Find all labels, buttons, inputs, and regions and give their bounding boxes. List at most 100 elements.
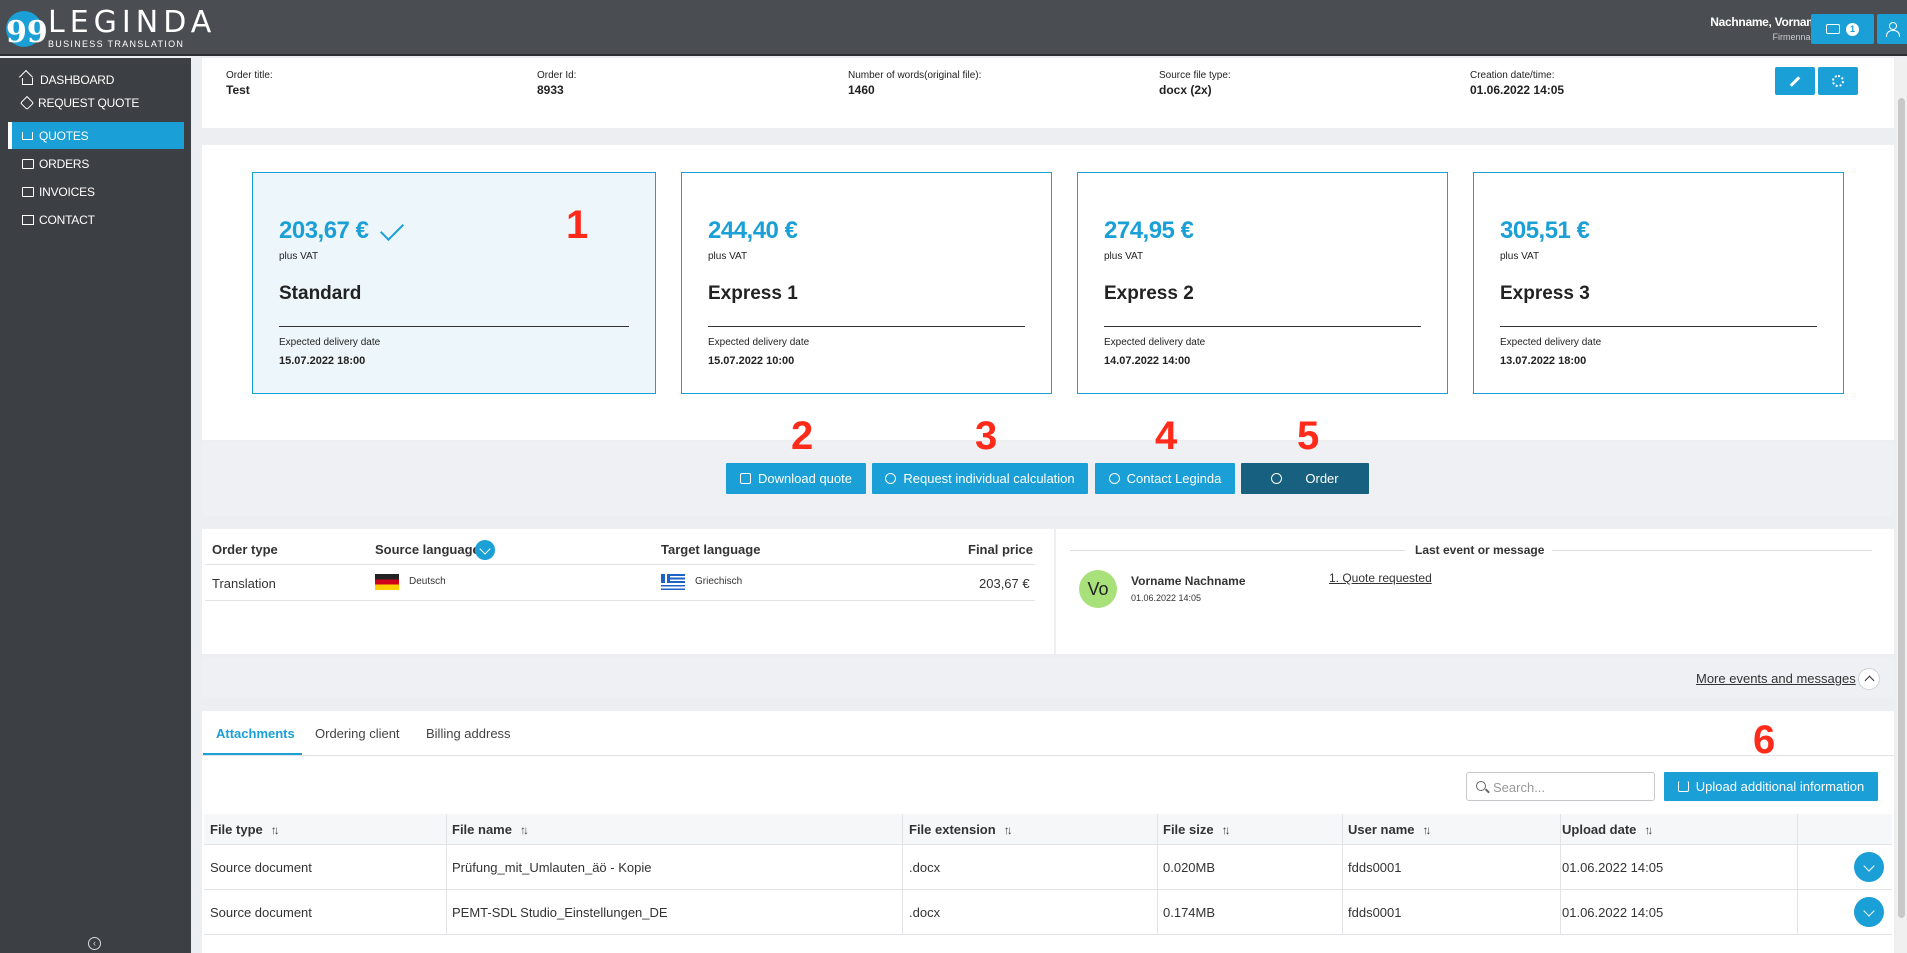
tab-billing-address[interactable]: Billing address — [426, 726, 511, 741]
divider — [202, 755, 1894, 756]
divider — [279, 326, 629, 327]
tab-ordering-client[interactable]: Ordering client — [315, 726, 400, 741]
home-icon — [22, 78, 33, 85]
table-row-cell: fdds0001 — [1348, 905, 1402, 920]
sort-icon: ↑↓ — [1003, 823, 1013, 837]
sidebar-item-orders[interactable]: ORDERS — [8, 150, 184, 177]
sidebar-item-quotes[interactable]: QUOTES — [8, 122, 184, 149]
annotation-4: 4 — [1155, 414, 1178, 458]
upload-additional-information-button[interactable]: Upload additional information — [1664, 772, 1878, 801]
top-bar: 99 LEGINDA BUSINESS TRANSLATION Nachname… — [0, 0, 1907, 56]
notification-badge: 1 — [1846, 22, 1859, 36]
request-individual-calculation-label: Request individual calculation — [903, 471, 1075, 486]
file-type-header[interactable]: File type ↑↓ — [210, 822, 280, 837]
sidebar-item-request-quote[interactable]: REQUEST QUOTE — [8, 89, 184, 116]
upload-icon — [1677, 781, 1689, 792]
delivery-label: Expected delivery date — [279, 337, 381, 348]
quote-card-express-2[interactable]: 274,95 € plus VAT Express 2 Expected del… — [1077, 172, 1448, 394]
contact-leginda-button[interactable]: Contact Leginda — [1095, 463, 1235, 494]
box-icon — [22, 158, 34, 169]
inbox-icon — [1826, 24, 1840, 34]
search-input[interactable] — [1493, 778, 1648, 796]
download-source-button[interactable] — [475, 540, 495, 560]
sort-icon: ↑↓ — [1644, 823, 1653, 837]
annotation-6: 6 — [1753, 718, 1776, 762]
annotation-5: 5 — [1297, 414, 1320, 458]
divider — [1070, 550, 1405, 551]
pencil-icon — [1789, 75, 1801, 87]
divider — [1104, 326, 1421, 327]
sort-icon: ↑↓ — [1221, 823, 1231, 837]
delivery-date: 13.07.2022 18:00 — [1500, 355, 1587, 367]
word-count-label: Number of words(original file): — [848, 70, 982, 81]
sort-icon: ↑↓ — [270, 823, 280, 837]
sidebar-item-label: DASHBOARD — [40, 72, 115, 87]
user-name-header[interactable]: User name ↑↓ — [1348, 822, 1431, 837]
divider — [1500, 326, 1817, 327]
more-events-link[interactable]: More events and messages — [1696, 671, 1856, 686]
leginda-logo[interactable]: 99 LEGINDA BUSINESS TRANSLATION — [6, 5, 217, 50]
quote-card-express-3[interactable]: 305,51 € plus VAT Express 3 Expected del… — [1473, 172, 1844, 394]
contact-leginda-label: Contact Leginda — [1126, 471, 1222, 486]
table-row-cell: .docx — [909, 860, 941, 875]
quote-card-standard[interactable]: 203,67 € plus VAT Standard Expected deli… — [252, 172, 656, 394]
target-language-header: Target language — [661, 542, 761, 557]
vertical-scrollbar[interactable] — [1896, 58, 1907, 953]
file-size-header[interactable]: File size ↑↓ — [1163, 822, 1231, 837]
divider — [205, 600, 1035, 601]
collapse-events-button[interactable] — [1858, 668, 1880, 690]
sidebar-item-contact[interactable]: CONTACT — [8, 206, 184, 233]
delivery-date: 15.07.2022 10:00 — [708, 355, 795, 367]
inbox-button[interactable]: 1 — [1811, 14, 1874, 44]
event-item-link[interactable]: 1. Quote requested — [1329, 571, 1432, 585]
download-file-button[interactable] — [1854, 897, 1884, 927]
brand-name: LEGINDA — [48, 5, 217, 40]
file-name-header[interactable]: File name ↑↓ — [452, 822, 529, 837]
quote-mark-logo-icon: 99 — [6, 10, 48, 50]
order-button[interactable]: Order — [1241, 463, 1369, 494]
profile-button[interactable] — [1877, 14, 1907, 44]
delivery-date: 14.07.2022 14:00 — [1104, 355, 1191, 367]
divider — [708, 326, 1025, 327]
settings-button[interactable] — [1818, 67, 1858, 95]
divider — [204, 889, 1892, 890]
sort-icon: ↑↓ — [519, 823, 529, 837]
order-header — [202, 58, 1894, 128]
download-quote-button[interactable]: Download quote — [726, 463, 866, 494]
annotation-2: 2 — [791, 414, 814, 458]
quote-price: 244,40 € — [708, 217, 798, 244]
divider — [1157, 814, 1158, 934]
scrollbar-thumb[interactable] — [1898, 98, 1905, 918]
user-icon — [1885, 22, 1900, 37]
divider — [902, 814, 903, 934]
quote-name: Express 2 — [1104, 283, 1194, 304]
target-language-value: Griechisch — [695, 576, 743, 587]
divider — [205, 564, 1035, 565]
file-extension-header[interactable]: File extension ↑↓ — [909, 822, 1013, 837]
sidebar-item-label: REQUEST QUOTE — [38, 95, 140, 110]
collapse-sidebar-icon[interactable]: ‹ — [88, 937, 101, 950]
request-individual-calculation-button[interactable]: Request individual calculation — [872, 463, 1088, 494]
check-circle-icon — [1271, 473, 1283, 484]
quote-card-express-1[interactable]: 244,40 € plus VAT Express 1 Expected del… — [681, 172, 1052, 394]
tab-attachments[interactable]: Attachments — [216, 726, 295, 741]
divider — [1797, 814, 1798, 934]
creation-date: 01.06.2022 14:05 — [1470, 83, 1565, 97]
table-row-cell: Prüfung_mit_Umlauten_äö - Kopie — [452, 860, 652, 875]
quote-vat: plus VAT — [708, 251, 748, 262]
table-row-cell: 01.06.2022 14:05 — [1562, 905, 1664, 920]
quote-price: 203,67 € — [279, 217, 369, 244]
avatar: Vo — [1079, 570, 1117, 608]
download-file-button[interactable] — [1854, 852, 1884, 882]
download-icon — [1863, 859, 1875, 872]
edit-button[interactable] — [1775, 67, 1815, 95]
final-price-value: 203,67 € — [979, 576, 1030, 591]
sidebar-item-invoices[interactable]: INVOICES — [8, 178, 184, 205]
divider — [204, 934, 1892, 935]
sidebar-item-label: QUOTES — [39, 128, 89, 143]
quote-vat: plus VAT — [1104, 251, 1144, 262]
delivery-label: Expected delivery date — [708, 337, 810, 348]
table-row-cell: 01.06.2022 14:05 — [1562, 860, 1664, 875]
upload-date-header[interactable]: Upload date ↑↓ — [1562, 822, 1653, 837]
download-quote-label: Download quote — [758, 471, 852, 486]
